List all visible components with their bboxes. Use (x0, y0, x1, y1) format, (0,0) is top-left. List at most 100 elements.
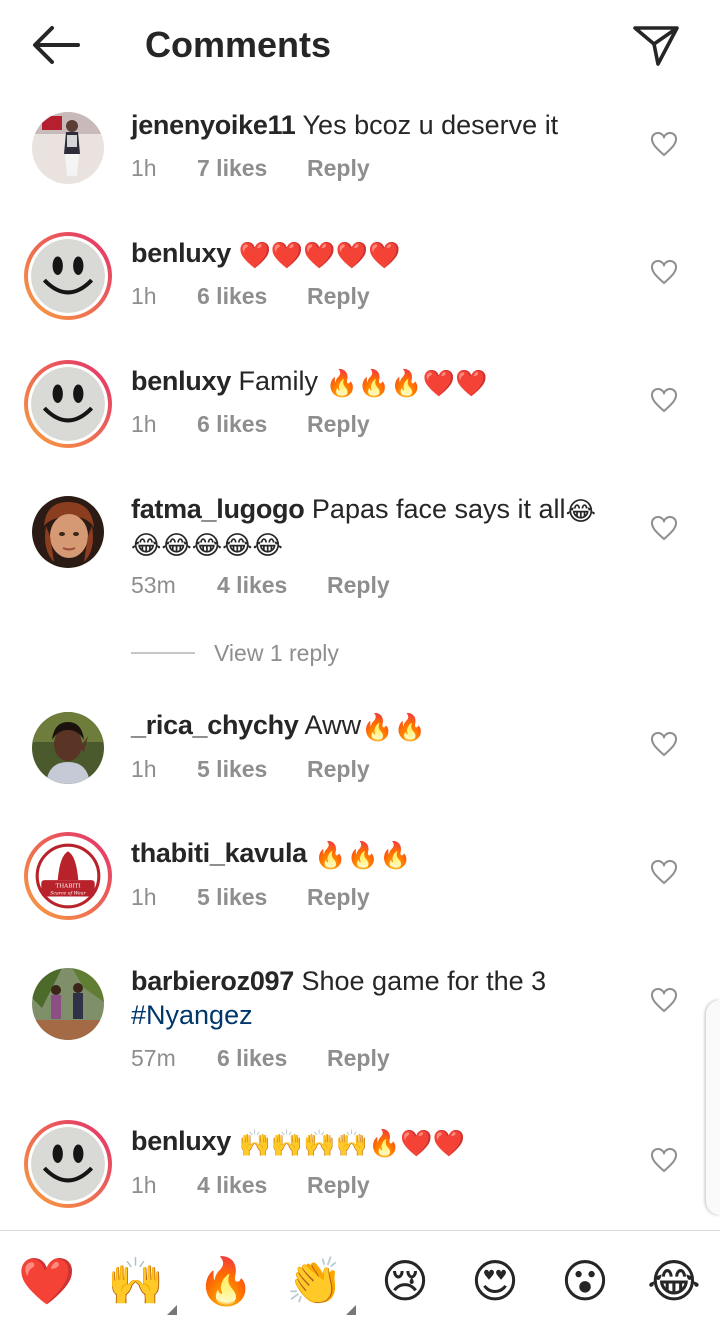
comment-emojis: 🔥🔥 (361, 712, 426, 742)
comment-likes[interactable]: 7 likes (197, 154, 307, 182)
raising-hands-glyph: 🙌 (107, 1255, 165, 1307)
comment-username[interactable]: _rica_chychy (131, 710, 299, 740)
comment-text: barbieroz097 Shoe game for the 3 #Nyange… (131, 964, 621, 1032)
heart-outline-icon (650, 731, 678, 757)
comment-username[interactable]: fatma_lugogo (131, 494, 305, 524)
reply-divider-line (131, 652, 195, 654)
comment-username[interactable]: benluxy (131, 238, 231, 268)
comment-time: 1h (131, 884, 157, 910)
avatar[interactable] (32, 968, 104, 1040)
smiley-face-icon (31, 1127, 105, 1201)
fire-icon[interactable]: 🔥 (197, 1253, 254, 1309)
reply-button[interactable]: Reply (307, 282, 370, 310)
like-comment-button[interactable] (650, 131, 678, 157)
tears-of-joy-icon[interactable]: 😂 (646, 1253, 702, 1309)
top-bar: Comments (0, 0, 720, 90)
smiley-face-icon (31, 367, 105, 441)
clapping-hands-icon[interactable]: 👏 (286, 1253, 356, 1315)
reply-button[interactable]: Reply (307, 154, 370, 182)
surprised-face-icon[interactable]: 😮 (557, 1253, 613, 1309)
smiley-face-icon (31, 239, 105, 313)
avatar-image (28, 1124, 108, 1204)
comment-time: 1h (131, 155, 157, 181)
heart-outline-icon (650, 859, 678, 885)
comment-message: Family (238, 366, 318, 396)
side-panel-handle[interactable] (706, 1000, 720, 1215)
arrow-left-icon (33, 26, 80, 64)
like-comment-button[interactable] (650, 987, 678, 1013)
like-comment-button[interactable] (650, 1147, 678, 1173)
comment-message: Aww (304, 710, 362, 740)
avatar-image (28, 236, 108, 316)
avatar[interactable] (24, 360, 112, 448)
comment-meta: 1h 4 likes Reply (131, 1171, 370, 1199)
comment-likes[interactable]: 4 likes (217, 571, 327, 599)
comment-likes[interactable]: 4 likes (197, 1171, 307, 1199)
back-button[interactable] (28, 22, 84, 68)
comment-time: 57m (131, 1045, 176, 1071)
reply-button[interactable]: Reply (327, 1044, 390, 1072)
like-comment-button[interactable] (650, 731, 678, 757)
comment-likes[interactable]: 6 likes (197, 410, 307, 438)
comment-meta: 1h 6 likes Reply (131, 282, 370, 310)
comment-likes[interactable]: 5 likes (197, 755, 307, 783)
reply-button[interactable]: Reply (307, 883, 370, 911)
comment-meta: 1h 6 likes Reply (131, 410, 370, 438)
brand-logo-icon: THABITI Scarce of Wear (31, 839, 105, 913)
avatar[interactable] (24, 232, 112, 320)
heart-eyes-icon[interactable]: 😍 (467, 1253, 523, 1309)
comment-text: benluxy 🙌🙌🙌🙌🔥❤️❤️ (131, 1124, 621, 1158)
user-photo-icon (32, 712, 104, 784)
avatar[interactable] (24, 1120, 112, 1208)
heart-outline-icon (650, 987, 678, 1013)
heart-outline-icon (650, 387, 678, 413)
heart-outline-icon (650, 515, 678, 541)
comment-message: Shoe game for the 3 (301, 966, 547, 996)
user-photo-icon (32, 496, 104, 568)
comment-text: _rica_chychy Aww🔥🔥 (131, 708, 621, 742)
comment-username[interactable]: thabiti_kavula (131, 838, 307, 868)
avatar[interactable] (32, 112, 104, 184)
like-comment-button[interactable] (650, 859, 678, 885)
red-heart-icon[interactable]: ❤️ (18, 1253, 75, 1309)
comment-username[interactable]: jenenyoike11 (131, 110, 296, 140)
avatar[interactable] (32, 712, 104, 784)
reply-button[interactable]: Reply (307, 410, 370, 438)
comment-time: 1h (131, 411, 157, 437)
comment-username[interactable]: barbieroz097 (131, 966, 294, 996)
comment-likes[interactable]: 6 likes (197, 282, 307, 310)
crying-face-icon[interactable]: 😢 (377, 1253, 433, 1309)
page-title: Comments (145, 24, 332, 65)
comment-emojis-line2: 😂😂😂😂😂 (131, 530, 283, 560)
reply-button[interactable]: Reply (307, 1171, 370, 1199)
avatar[interactable] (32, 496, 104, 568)
comment-meta: 1h 7 likes Reply (131, 154, 370, 182)
paper-plane-icon (633, 26, 679, 66)
comment-hashtag[interactable]: #Nyangez (131, 1000, 253, 1030)
comment-text: jenenyoike11 Yes bcoz u deserve it (131, 108, 621, 142)
comment-meta: 1h 5 likes Reply (131, 883, 370, 911)
avatar[interactable]: THABITI Scarce of Wear (24, 832, 112, 920)
comment-username[interactable]: benluxy (131, 1126, 231, 1156)
comment-message: Papas face says it all (311, 494, 566, 524)
comment-username[interactable]: benluxy (131, 366, 231, 396)
like-comment-button[interactable] (650, 259, 678, 285)
view-replies-label[interactable]: View 1 reply (214, 640, 339, 667)
raising-hands-icon[interactable]: 🙌 (107, 1253, 177, 1315)
reply-button[interactable]: Reply (327, 571, 390, 599)
skin-tone-indicator (346, 1305, 356, 1315)
comment-likes[interactable]: 5 likes (197, 883, 307, 911)
reply-button[interactable]: Reply (307, 755, 370, 783)
avatar-image (28, 364, 108, 444)
skin-tone-indicator (167, 1305, 177, 1315)
like-comment-button[interactable] (650, 515, 678, 541)
comment-meta: 57m 6 likes Reply (131, 1044, 390, 1072)
heart-outline-icon (650, 131, 678, 157)
user-photo-icon (32, 968, 104, 1040)
comment-likes[interactable]: 6 likes (217, 1044, 327, 1072)
quick-reactions-bar: ❤️ 🙌 🔥 👏 😢 😍 😮 😂 (0, 1230, 720, 1327)
comment-time: 53m (131, 572, 176, 598)
like-comment-button[interactable] (650, 387, 678, 413)
comment-meta: 53m 4 likes Reply (131, 571, 390, 599)
share-button[interactable] (630, 20, 682, 70)
